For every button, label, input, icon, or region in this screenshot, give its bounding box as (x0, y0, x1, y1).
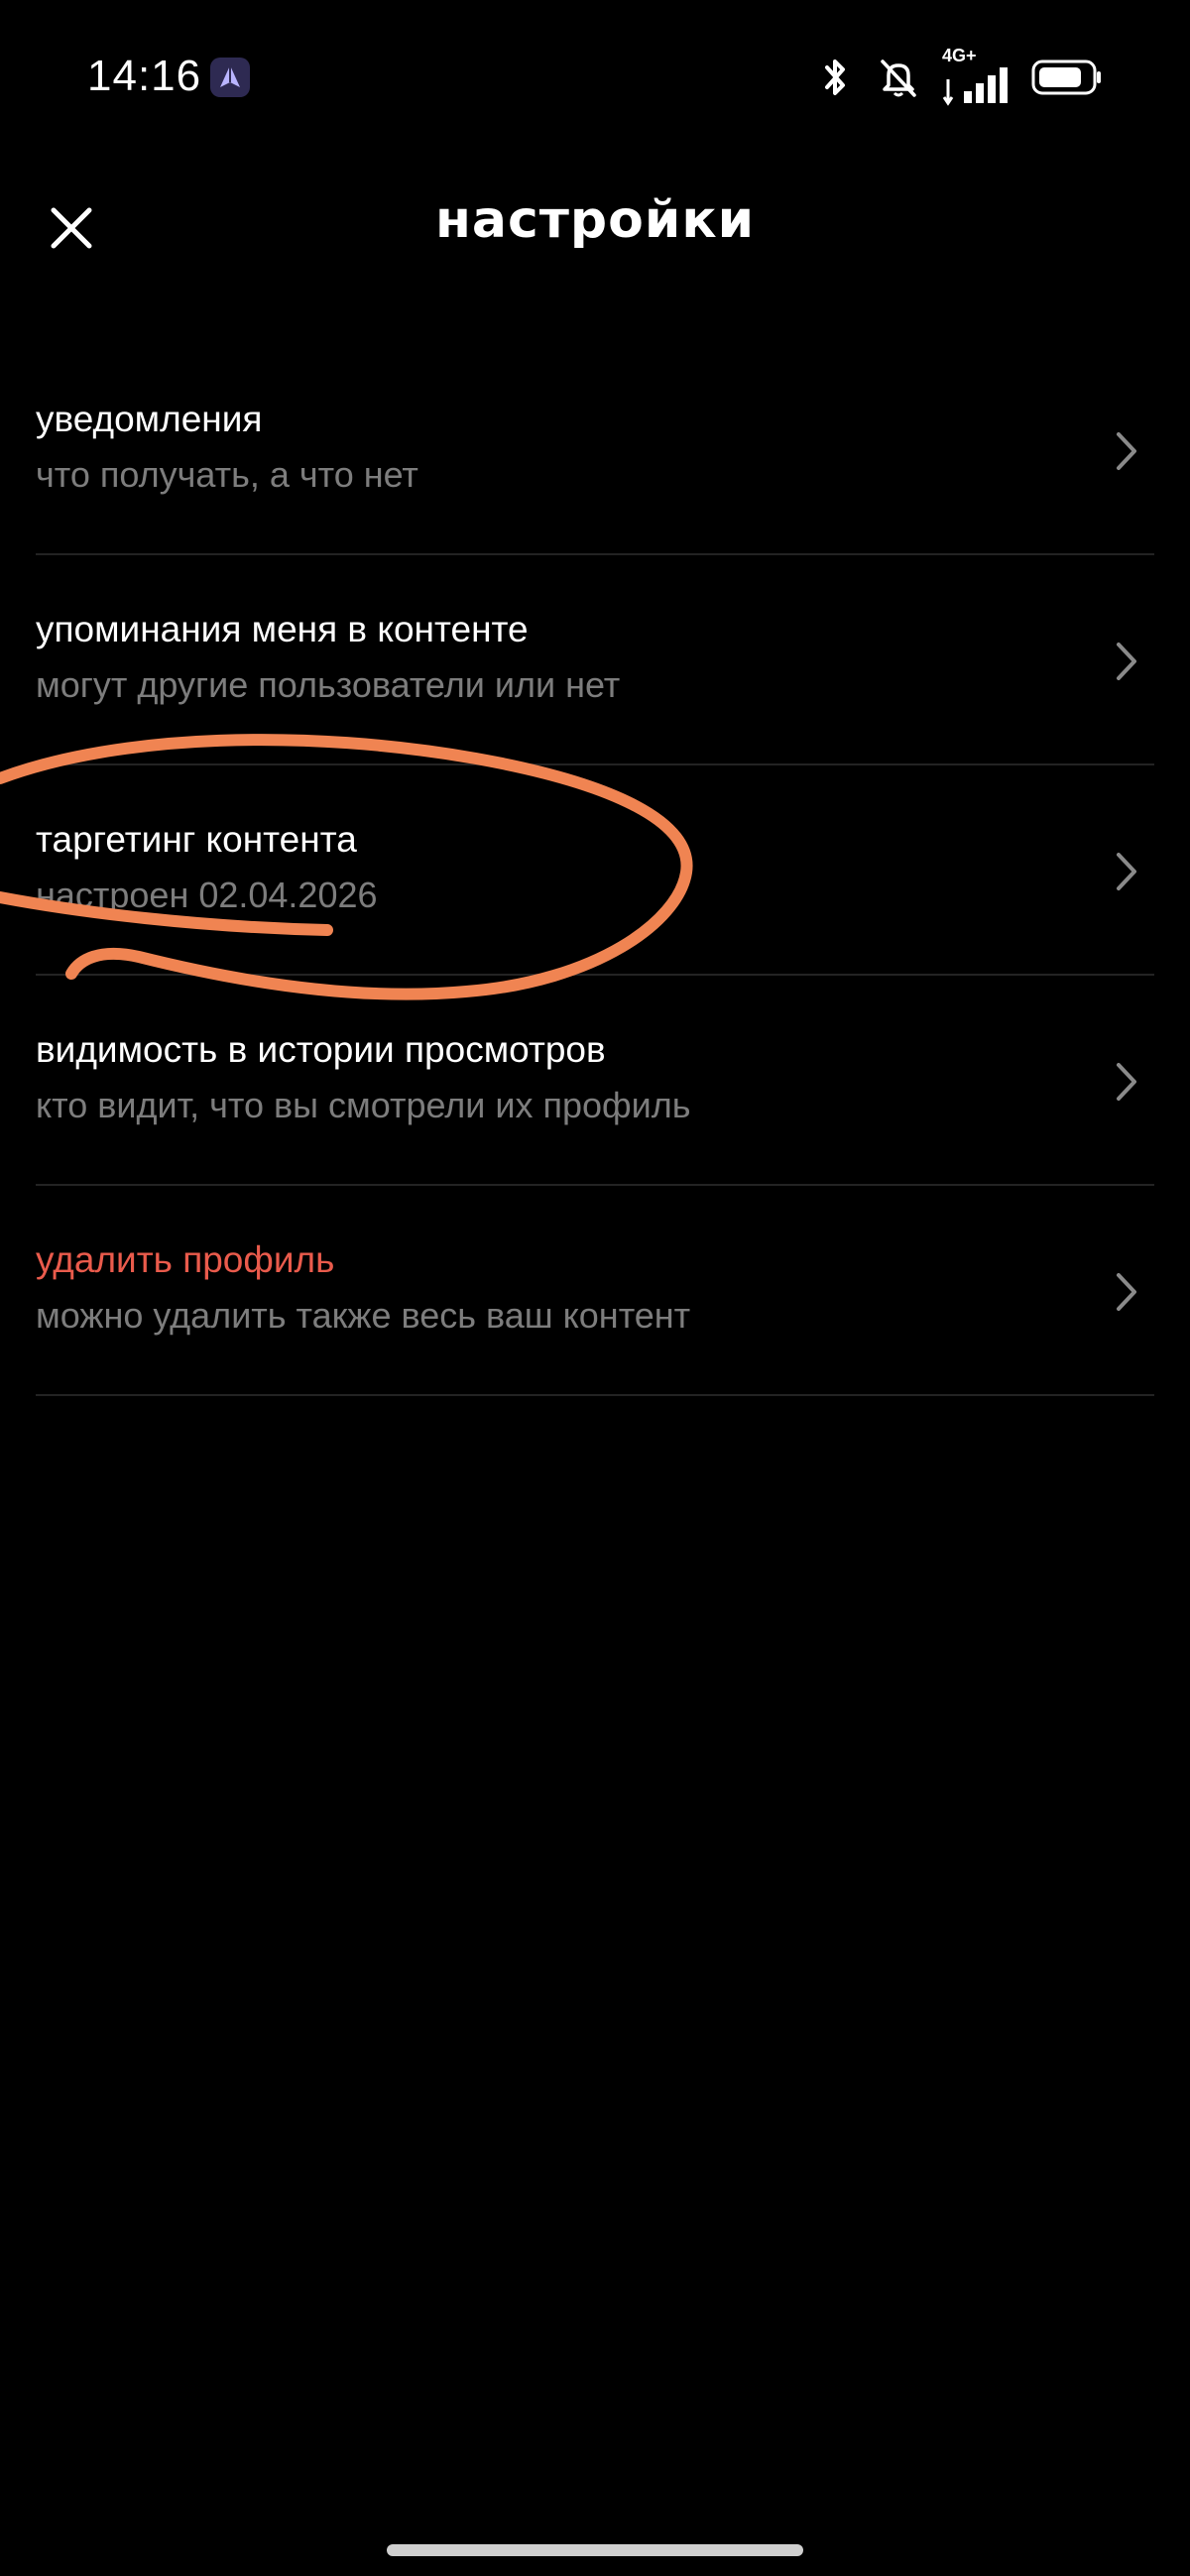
status-time: 14:16 (87, 52, 202, 100)
item-title: удалить профиль (36, 1239, 335, 1280)
bluetooth-icon (815, 56, 855, 103)
chevron-right-icon (1117, 853, 1136, 890)
settings-item-notifications[interactable]: уведомления что получать, а что нет (36, 345, 1154, 555)
chevron-right-icon (1117, 1273, 1136, 1311)
chevron-right-icon (1117, 432, 1136, 470)
battery-icon (1031, 58, 1103, 101)
item-title: уведомления (36, 399, 263, 439)
settings-item-content-targeting[interactable]: таргетинг контента настроен 02.04.2026 (36, 765, 1154, 976)
item-subtitle: можно удалить также весь ваш контент (36, 1295, 691, 1336)
settings-item-delete-profile[interactable]: удалить профиль можно удалить также весь… (36, 1186, 1154, 1396)
status-icons: 4G+ (815, 46, 1103, 109)
status-bar: 14:16 4G+ (0, 0, 1190, 159)
chevron-right-icon (1117, 643, 1136, 680)
item-title: таргетинг контента (36, 819, 357, 860)
page-title: настройки (434, 190, 756, 250)
item-subtitle: настроен 02.04.2026 (36, 875, 378, 915)
item-subtitle: могут другие пользователи или нет (36, 664, 621, 705)
settings-item-mentions[interactable]: упоминания меня в контенте могут другие … (36, 555, 1154, 765)
header: настройки (0, 169, 1190, 278)
item-subtitle: кто видит, что вы смотрели их профиль (36, 1085, 691, 1125)
item-subtitle: что получать, а что нет (36, 454, 418, 495)
item-title: видимость в истории просмотров (36, 1029, 606, 1070)
signal-icon: 4G+ (942, 46, 1010, 109)
settings-list: уведомления что получать, а что нет упом… (36, 345, 1154, 1396)
bell-muted-icon (877, 56, 920, 103)
item-title: упоминания меня в контенте (36, 609, 529, 649)
app-notification-icon (210, 58, 250, 97)
settings-item-view-history[interactable]: видимость в истории просмотров кто видит… (36, 976, 1154, 1186)
home-indicator[interactable] (387, 2544, 803, 2556)
chevron-right-icon (1117, 1063, 1136, 1101)
